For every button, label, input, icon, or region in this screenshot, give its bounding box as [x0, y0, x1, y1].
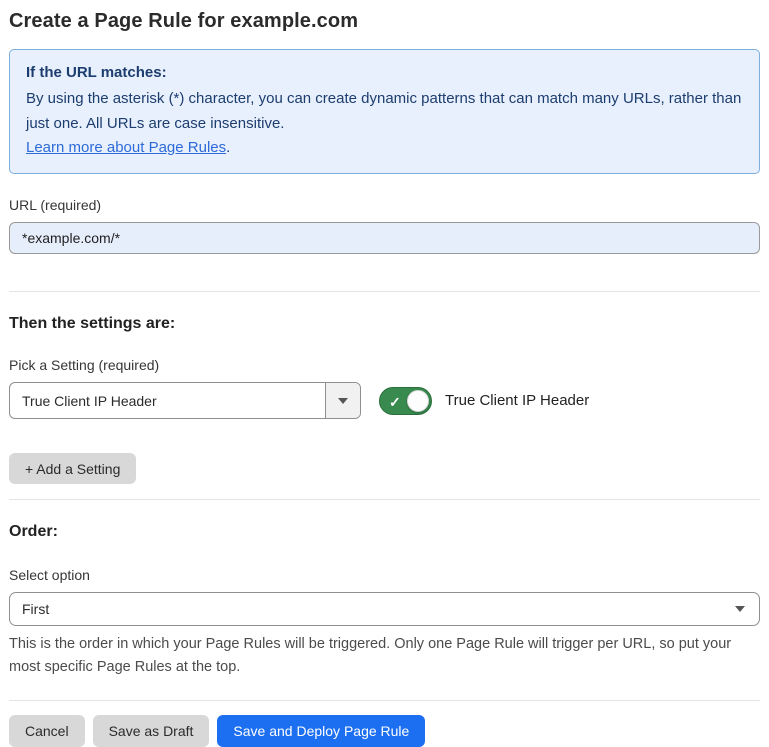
setting-row: True Client IP Header ✓ True Client IP H… [9, 382, 760, 419]
order-select-label: Select option [9, 567, 760, 583]
order-section-heading: Order: [9, 523, 760, 541]
toggle-label: True Client IP Header [445, 392, 589, 409]
save-as-draft-button[interactable]: Save as Draft [93, 715, 210, 747]
info-box-link-line: Learn more about Page Rules. [26, 136, 743, 160]
order-select-value: First [22, 601, 49, 617]
info-box-heading: If the URL matches: [26, 61, 743, 85]
setting-select-arrow-button[interactable] [325, 383, 360, 418]
link-suffix: . [226, 139, 230, 156]
save-and-deploy-button[interactable]: Save and Deploy Page Rule [217, 715, 425, 747]
footer-divider [9, 700, 760, 701]
pick-setting-label: Pick a Setting (required) [9, 357, 760, 373]
page-title: Create a Page Rule for example.com [9, 10, 760, 33]
order-help-text: This is the order in which your Page Rul… [9, 633, 760, 678]
section-divider [9, 499, 760, 500]
url-field-label: URL (required) [9, 197, 760, 213]
settings-section-heading: Then the settings are: [9, 315, 760, 333]
footer-actions: Cancel Save as Draft Save and Deploy Pag… [9, 715, 760, 747]
setting-select[interactable]: True Client IP Header [9, 382, 361, 419]
section-divider [9, 291, 760, 292]
url-input[interactable] [9, 222, 760, 254]
chevron-down-icon [338, 398, 348, 404]
setting-select-value: True Client IP Header [10, 383, 325, 418]
toggle-knob [407, 390, 429, 412]
info-box-body: By using the asterisk (*) character, you… [26, 87, 743, 136]
cancel-button[interactable]: Cancel [9, 715, 85, 747]
order-select[interactable]: First [9, 592, 760, 626]
url-match-info-box: If the URL matches: By using the asteris… [9, 49, 760, 174]
page-rule-form: Create a Page Rule for example.com If th… [0, 0, 769, 708]
true-client-ip-toggle[interactable]: ✓ [379, 387, 432, 415]
chevron-down-icon [735, 606, 745, 612]
check-icon: ✓ [389, 392, 401, 412]
learn-more-link[interactable]: Learn more about Page Rules [26, 139, 226, 156]
add-setting-button[interactable]: + Add a Setting [9, 453, 136, 484]
